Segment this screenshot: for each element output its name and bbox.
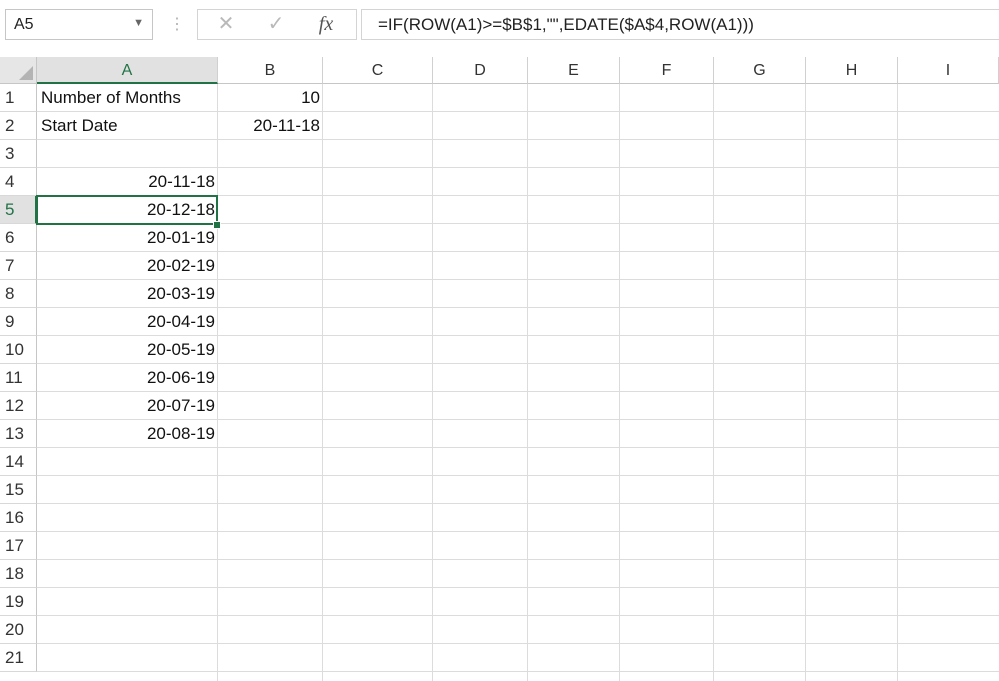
cell-a6[interactable]: 20-01-19 xyxy=(37,224,218,252)
chevron-down-icon[interactable]: ▼ xyxy=(133,17,144,29)
row-header-14[interactable]: 14 xyxy=(0,448,37,476)
row-header-17[interactable]: 17 xyxy=(0,532,37,560)
gridline-vertical xyxy=(432,84,433,681)
column-header-a[interactable]: A xyxy=(37,57,218,84)
column-header-i[interactable]: I xyxy=(898,57,999,84)
row-header-15[interactable]: 15 xyxy=(0,476,37,504)
gridline-horizontal xyxy=(37,559,999,560)
row-header-10[interactable]: 10 xyxy=(0,336,37,364)
column-header-e[interactable]: E xyxy=(528,57,620,84)
gridline-horizontal xyxy=(37,615,999,616)
column-header-c[interactable]: C xyxy=(323,57,433,84)
select-all-icon xyxy=(19,66,33,80)
cell-a1[interactable]: Number of Months xyxy=(37,84,237,112)
row-header-6[interactable]: 6 xyxy=(0,224,37,252)
row-header-11[interactable]: 11 xyxy=(0,364,37,392)
select-all-button[interactable] xyxy=(0,57,37,84)
row-header-8[interactable]: 8 xyxy=(0,280,37,308)
formula-input[interactable]: =IF(ROW(A1)>=$B$1,"",EDATE($A$4,ROW(A1))… xyxy=(361,9,999,40)
cell-a4[interactable]: 20-11-18 xyxy=(37,168,218,196)
row-header-5[interactable]: 5 xyxy=(0,196,37,224)
row-header-16[interactable]: 16 xyxy=(0,504,37,532)
row-header-4[interactable]: 4 xyxy=(0,168,37,196)
cell-a7[interactable]: 20-02-19 xyxy=(37,252,218,280)
cell-a2[interactable]: Start Date xyxy=(37,112,237,140)
column-header-d[interactable]: D xyxy=(433,57,528,84)
cell-b2[interactable]: 20-11-18 xyxy=(218,112,323,140)
gridline-vertical xyxy=(527,84,528,681)
insert-function-icon[interactable]: fx xyxy=(306,10,346,39)
spreadsheet-grid: A B C D E F G H I 1 2 3 4 5 6 7 8 9 10 11 12 13 14 15 16 17 18 19 20… xyxy=(0,57,999,681)
gridline-horizontal xyxy=(37,531,999,532)
cancel-icon[interactable]: ✕ xyxy=(206,10,246,39)
cell-a8[interactable]: 20-03-19 xyxy=(37,280,218,308)
enter-icon[interactable]: ✓ xyxy=(256,10,296,39)
gridline-vertical xyxy=(713,84,714,681)
gridline-vertical xyxy=(897,84,898,681)
row-header-1[interactable]: 1 xyxy=(0,84,37,112)
cell-a12[interactable]: 20-07-19 xyxy=(37,392,218,420)
fill-handle[interactable] xyxy=(213,221,221,229)
cell-a11[interactable]: 20-06-19 xyxy=(37,364,218,392)
column-header-f[interactable]: F xyxy=(620,57,714,84)
row-header-7[interactable]: 7 xyxy=(0,252,37,280)
row-header-19[interactable]: 19 xyxy=(0,588,37,616)
gridline-vertical xyxy=(619,84,620,681)
formula-bar: A5 ▼ ⋮ ✕ ✓ fx =IF(ROW(A1)>=$B$1,"",EDATE… xyxy=(0,0,999,50)
row-header-2[interactable]: 2 xyxy=(0,112,37,140)
gridline-horizontal xyxy=(37,587,999,588)
cell-a10[interactable]: 20-05-19 xyxy=(37,336,218,364)
name-box[interactable]: A5 ▼ xyxy=(5,9,153,40)
cell-b1[interactable]: 10 xyxy=(218,84,323,112)
gridline-vertical xyxy=(805,84,806,681)
gridline-horizontal xyxy=(37,671,999,672)
gridline-horizontal xyxy=(37,503,999,504)
formula-text: =IF(ROW(A1)>=$B$1,"",EDATE($A$4,ROW(A1))… xyxy=(378,15,754,34)
more-options-icon[interactable]: ⋮ xyxy=(169,14,185,36)
gridline-vertical xyxy=(322,84,323,681)
gridline-horizontal xyxy=(37,643,999,644)
row-header-9[interactable]: 9 xyxy=(0,308,37,336)
row-header-21[interactable]: 21 xyxy=(0,644,37,672)
column-header-g[interactable]: G xyxy=(714,57,806,84)
active-cell-border xyxy=(36,195,218,225)
row-header-18[interactable]: 18 xyxy=(0,560,37,588)
cell-a9[interactable]: 20-04-19 xyxy=(37,308,218,336)
column-header-b[interactable]: B xyxy=(218,57,323,84)
row-header-3[interactable]: 3 xyxy=(0,140,37,168)
name-box-value: A5 xyxy=(14,16,34,33)
row-header-13[interactable]: 13 xyxy=(0,420,37,448)
gridline-horizontal xyxy=(37,475,999,476)
formula-buttons: ✕ ✓ fx xyxy=(197,9,357,40)
cell-a13[interactable]: 20-08-19 xyxy=(37,420,218,448)
row-header-20[interactable]: 20 xyxy=(0,616,37,644)
column-header-h[interactable]: H xyxy=(806,57,898,84)
row-header-12[interactable]: 12 xyxy=(0,392,37,420)
